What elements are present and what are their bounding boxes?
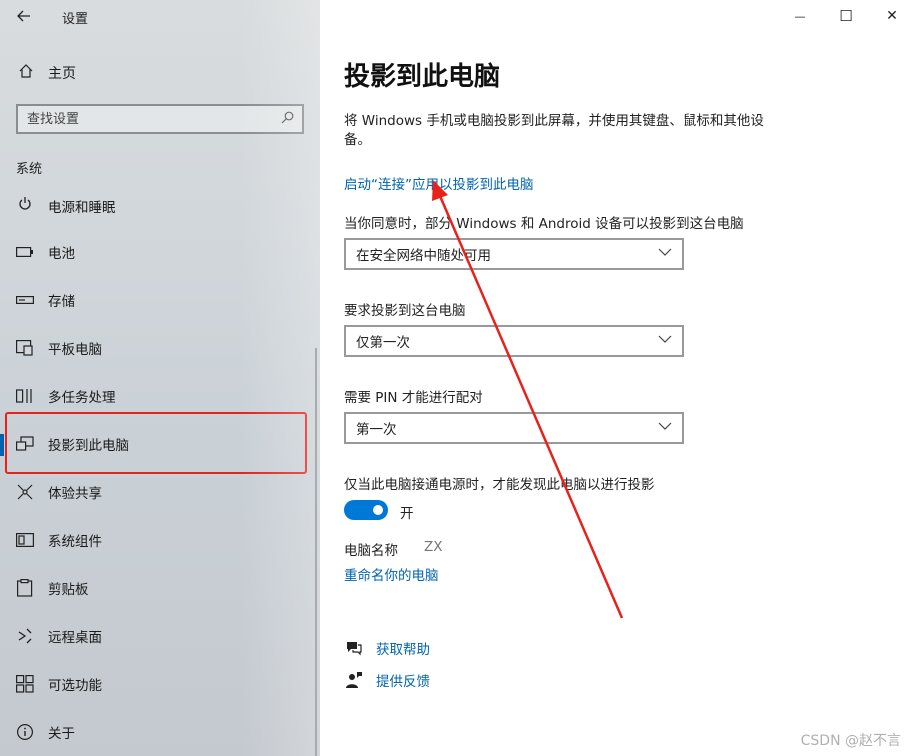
- home-icon: [16, 63, 36, 83]
- sidebar-item-clipboard[interactable]: 剪贴板: [0, 564, 320, 612]
- ask-to-project-label: 要求投影到这台电脑: [344, 303, 466, 319]
- pc-name-label: 电脑名称: [344, 543, 398, 559]
- active-indicator: [0, 434, 4, 456]
- feedback-row[interactable]: 提供反馈: [344, 670, 430, 690]
- sidebar-item-label: 剪贴板: [48, 582, 89, 598]
- require-pin-label: 需要 PIN 才能进行配对: [344, 390, 483, 406]
- page-description: 将 Windows 手机或电脑投影到此屏幕，并使用其键盘、鼠标和其他设备。: [344, 113, 764, 148]
- power-icon: [14, 193, 36, 215]
- search-icon[interactable]: [281, 111, 294, 128]
- sidebar-item-label: 投影到此电脑: [48, 438, 129, 454]
- sidebar-item-shared-experiences[interactable]: 体验共享: [0, 468, 320, 516]
- remote-desktop-icon: [14, 625, 36, 647]
- storage-icon: [14, 289, 36, 311]
- clipboard-icon: [14, 577, 36, 599]
- share-experience-icon: [14, 481, 36, 503]
- availability-value: 在安全网络中随处可用: [356, 248, 491, 264]
- sidebar-item-label: 电源和睡眠: [48, 200, 116, 216]
- sidebar-item-storage[interactable]: 存储: [0, 276, 320, 324]
- launch-connect-app-link[interactable]: 启动“连接”应用以投影到此电脑: [344, 173, 534, 193]
- sidebar-item-label: 平板电脑: [48, 342, 102, 358]
- ask-to-project-value: 仅第一次: [356, 335, 410, 351]
- home-label: 主页: [48, 66, 76, 82]
- sidebar-item-optional-features[interactable]: 可选功能: [0, 660, 320, 708]
- sidebar-item-about[interactable]: 关于: [0, 708, 320, 756]
- sidebar: 设置 主页 系统 电源和睡眠 电池 存储: [0, 0, 320, 756]
- home-nav-item[interactable]: 主页: [0, 58, 320, 88]
- availability-dropdown[interactable]: 在安全网络中随处可用: [344, 238, 684, 270]
- ask-to-project-dropdown[interactable]: 仅第一次: [344, 325, 684, 357]
- chevron-down-icon: [658, 335, 672, 343]
- back-arrow-icon: [17, 10, 30, 22]
- sidebar-item-label: 多任务处理: [48, 390, 116, 406]
- sidebar-item-battery[interactable]: 电池: [0, 228, 320, 276]
- require-pin-dropdown[interactable]: 第一次: [344, 412, 684, 444]
- sidebar-item-project-to-pc[interactable]: 投影到此电脑: [0, 420, 320, 468]
- availability-label: 当你同意时，部分 Windows 和 Android 设备可以投影到这台电脑: [344, 216, 744, 232]
- chevron-down-icon: [658, 248, 672, 256]
- sidebar-item-label: 关于: [48, 726, 75, 742]
- app-title: 设置: [62, 12, 89, 27]
- sidebar-item-system-components[interactable]: 系统组件: [0, 516, 320, 564]
- sidebar-item-tablet[interactable]: 平板电脑: [0, 324, 320, 372]
- sidebar-item-label: 可选功能: [48, 678, 102, 694]
- require-pin-value: 第一次: [356, 422, 397, 438]
- sidebar-item-multitasking[interactable]: 多任务处理: [0, 372, 320, 420]
- feedback-person-icon: [344, 670, 364, 690]
- get-help-link[interactable]: 获取帮助: [376, 638, 430, 658]
- watermark-text: CSDN @赵不言: [800, 733, 901, 749]
- sidebar-item-label: 系统组件: [48, 534, 102, 550]
- search-input[interactable]: [18, 106, 302, 132]
- get-help-row[interactable]: 获取帮助: [344, 638, 430, 658]
- tablet-icon: [14, 337, 36, 359]
- sidebar-scrollbar[interactable]: [315, 348, 317, 756]
- sidebar-item-remote-desktop[interactable]: 远程桌面: [0, 612, 320, 660]
- page-title: 投影到此电脑: [344, 62, 501, 92]
- chevron-down-icon: [658, 422, 672, 430]
- sidebar-item-label: 远程桌面: [48, 630, 102, 646]
- rename-pc-link[interactable]: 重命名你的电脑: [344, 564, 439, 584]
- power-discovery-state: 开: [400, 506, 414, 522]
- info-icon: [14, 721, 36, 743]
- title-bar: 设置: [0, 0, 320, 32]
- sidebar-item-power-sleep[interactable]: 电源和睡眠: [0, 180, 320, 228]
- sidebar-item-label: 电池: [48, 246, 75, 262]
- power-discovery-label: 仅当此电脑接通电源时，才能发现此电脑以进行投影: [344, 477, 655, 493]
- sidebar-item-label: 存储: [48, 294, 75, 310]
- toggle-knob: [373, 505, 383, 515]
- section-label-system: 系统: [16, 162, 43, 177]
- pc-name-value: ZX: [424, 539, 443, 555]
- system-components-icon: [14, 529, 36, 551]
- project-icon: [14, 433, 36, 455]
- main-content: 投影到此电脑 将 Windows 手机或电脑投影到此屏幕，并使用其键盘、鼠标和其…: [344, 0, 904, 756]
- feedback-link[interactable]: 提供反馈: [376, 670, 430, 690]
- help-chat-icon: [344, 638, 364, 658]
- back-button[interactable]: [10, 4, 38, 28]
- power-discovery-toggle[interactable]: [344, 500, 388, 520]
- sidebar-item-label: 体验共享: [48, 486, 102, 502]
- optional-features-icon: [14, 673, 36, 695]
- search-box[interactable]: [16, 104, 304, 134]
- multitasking-icon: [14, 385, 36, 407]
- battery-icon: [14, 241, 36, 263]
- sidebar-nav-list: 电源和睡眠 电池 存储 平板电脑 多任务处理 投影到此电脑 体验共享 系统组件 …: [0, 180, 320, 756]
